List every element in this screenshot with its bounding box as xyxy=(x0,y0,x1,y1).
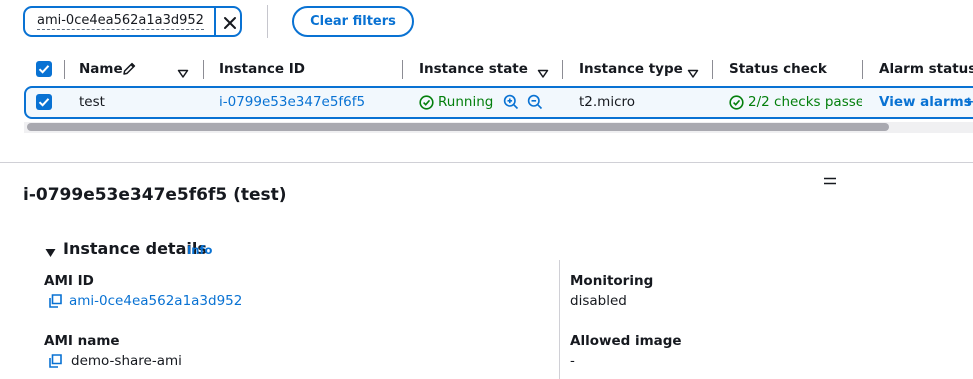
column-header-status-check[interactable]: Status check xyxy=(729,61,827,77)
filter-token-text[interactable]: ami-0ce4ea562a1a3d952 xyxy=(37,13,204,30)
pencil-icon xyxy=(121,61,137,77)
ami-id-label: AMI ID xyxy=(44,273,94,289)
copy-icon[interactable] xyxy=(47,293,63,309)
column-separator[interactable] xyxy=(64,60,65,79)
ami-name-label: AMI name xyxy=(44,333,120,349)
split-panel-divider xyxy=(0,162,973,163)
sort-caret-icon[interactable] xyxy=(537,64,549,78)
zoom-out-icon[interactable] xyxy=(527,94,543,110)
status-check-text: 2/2 checks passed xyxy=(748,94,862,110)
caret-down-icon[interactable] xyxy=(45,243,56,257)
column-separator[interactable] xyxy=(712,60,713,79)
column-separator[interactable] xyxy=(562,60,563,79)
column-divider xyxy=(559,260,560,379)
sort-caret-icon[interactable] xyxy=(687,64,699,78)
filter-token-divider xyxy=(214,8,216,35)
column-separator[interactable] xyxy=(402,60,403,79)
view-alarms-link[interactable]: View alarms xyxy=(879,94,972,110)
instance-state-text: Running xyxy=(438,94,494,110)
column-header-name[interactable]: Name xyxy=(79,61,123,77)
sort-caret-icon[interactable] xyxy=(177,64,189,78)
column-header-instance-id[interactable]: Instance ID xyxy=(219,61,305,77)
drag-handle-icon[interactable] xyxy=(824,170,836,185)
check-circle-icon xyxy=(729,95,744,110)
column-header-instance-type[interactable]: Instance type xyxy=(579,61,683,77)
close-icon[interactable] xyxy=(221,14,239,32)
details-title: i-0799e53e347e5f6f5 (test) xyxy=(23,185,287,205)
copy-icon[interactable] xyxy=(47,353,63,369)
column-header-instance-state[interactable]: Instance state xyxy=(419,61,528,77)
allowed-image-label: Allowed image xyxy=(570,333,682,349)
column-separator[interactable] xyxy=(862,60,863,79)
monitoring-value: disabled xyxy=(570,293,627,309)
column-header-alarm-status[interactable]: Alarm status xyxy=(879,61,973,77)
row-checkbox[interactable] xyxy=(36,94,52,110)
ami-name-value: demo-share-ami xyxy=(71,353,182,369)
clear-filters-button[interactable]: Clear filters xyxy=(292,6,414,37)
info-link[interactable]: Info xyxy=(187,243,212,257)
instance-type-text: t2.micro xyxy=(579,94,636,110)
filter-token[interactable]: ami-0ce4ea562a1a3d952 xyxy=(23,6,242,37)
monitoring-label: Monitoring xyxy=(570,273,654,289)
scrollbar-thumb[interactable] xyxy=(27,123,889,131)
instance-id-link[interactable]: i-0799e53e347e5f6f5 xyxy=(219,94,365,110)
row-name: test xyxy=(79,94,105,110)
section-title-instance-details[interactable]: Instance details xyxy=(63,239,207,258)
column-separator[interactable] xyxy=(203,60,204,79)
check-circle-icon xyxy=(419,95,434,110)
ami-id-link[interactable]: ami-0ce4ea562a1a3d952 xyxy=(69,293,242,309)
add-alarm-icon[interactable]: + xyxy=(963,94,973,110)
filter-divider xyxy=(267,5,268,38)
allowed-image-value: - xyxy=(570,353,575,369)
zoom-in-icon[interactable] xyxy=(503,94,519,110)
select-all-checkbox[interactable] xyxy=(36,61,52,77)
